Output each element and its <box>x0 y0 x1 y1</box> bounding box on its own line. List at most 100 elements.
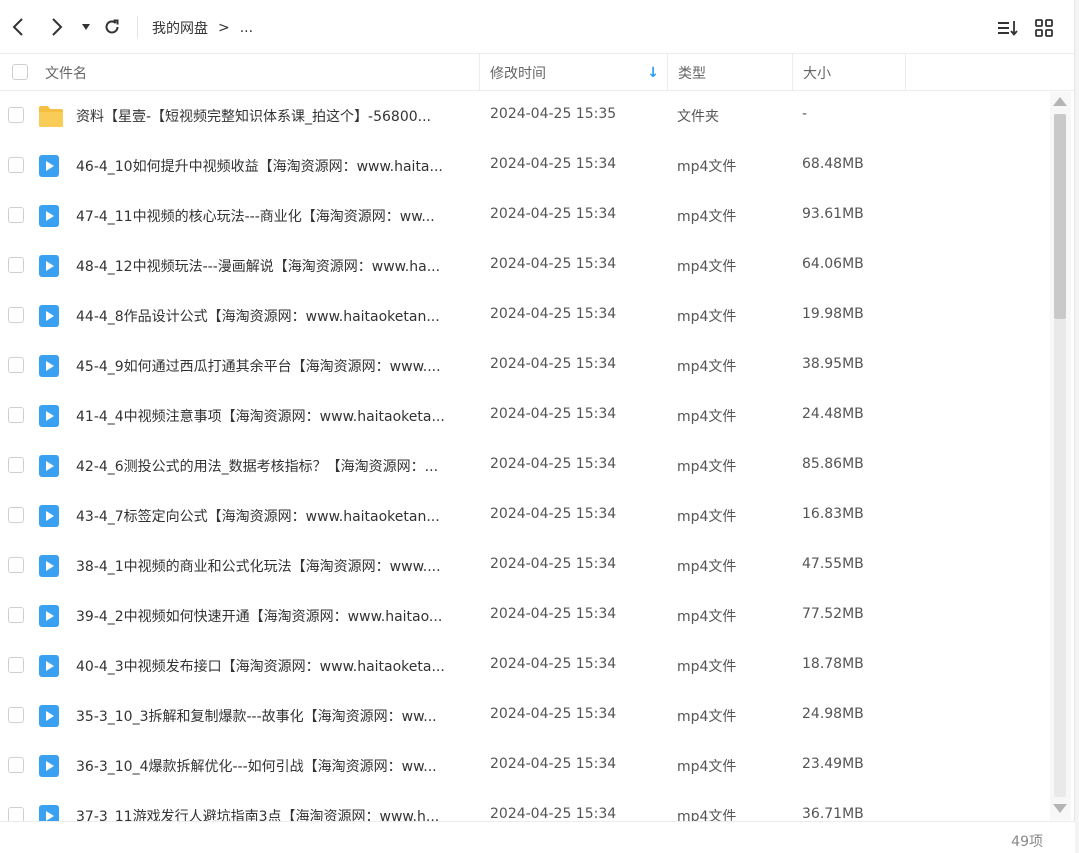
file-type: mp4文件 <box>677 309 737 325</box>
file-size: 68.48MB <box>802 156 864 172</box>
file-name[interactable]: 资料【星壹-【短视频完整知识体系课_拍这个】-56800... <box>76 106 466 126</box>
scroll-up-arrow-icon[interactable] <box>1053 97 1067 106</box>
file-size: 47.55MB <box>802 556 864 572</box>
file-name[interactable]: 44-4_8作品设计公式【海淘资源网：www.haitaoketan... <box>76 306 466 326</box>
row-checkbox[interactable] <box>8 157 24 173</box>
row-checkbox[interactable] <box>8 757 24 773</box>
column-modified[interactable]: 修改时间 ↓ <box>480 54 668 91</box>
scroll-down-arrow-icon[interactable] <box>1053 804 1067 813</box>
file-name[interactable]: 43-4_7标签定向公式【海淘资源网：www.haitaoketan... <box>76 506 466 526</box>
file-size: 24.48MB <box>802 406 864 422</box>
window-edge <box>1075 0 1079 853</box>
file-modified: 2024-04-25 15:34 <box>490 606 617 622</box>
file-name[interactable]: 42-4_6测投公式的用法_数据考核指标？【海淘资源网：... <box>76 456 466 476</box>
file-type: 文件夹 <box>677 109 719 125</box>
file-size: 93.61MB <box>802 206 864 222</box>
row-checkbox[interactable] <box>8 357 24 373</box>
file-row[interactable]: 42-4_6测投公式的用法_数据考核指标？【海淘资源网：... 2024-04-2… <box>0 441 1050 491</box>
row-checkbox[interactable] <box>8 657 24 673</box>
file-row[interactable]: 47-4_11中视频的核心玩法---商业化【海淘资源网：ww... 2024-04… <box>0 191 1050 241</box>
history-dropdown-button[interactable] <box>76 15 96 39</box>
column-type[interactable]: 类型 <box>668 54 793 91</box>
file-row[interactable]: 43-4_7标签定向公式【海淘资源网：www.haitaoketan... 202… <box>0 491 1050 541</box>
file-size: 64.06MB <box>802 256 864 272</box>
file-modified: 2024-04-25 15:34 <box>490 756 617 772</box>
file-size: 77.52MB <box>802 606 864 622</box>
file-modified: 2024-04-25 15:34 <box>490 156 617 172</box>
file-type: mp4文件 <box>677 359 737 375</box>
breadcrumb-more[interactable]: ... <box>240 20 253 36</box>
file-size: - <box>802 106 808 122</box>
file-modified: 2024-04-25 15:35 <box>490 106 617 122</box>
file-name[interactable]: 35-3_10_3拆解和复制爆款---故事化【海淘资源网：ww... <box>76 706 466 726</box>
folder-icon <box>38 104 63 128</box>
file-modified: 2024-04-25 15:34 <box>490 806 617 821</box>
row-checkbox[interactable] <box>8 107 24 123</box>
file-modified: 2024-04-25 15:34 <box>490 656 617 672</box>
file-row[interactable]: 资料【星壹-【短视频完整知识体系课_拍这个】-56800... 2024-04-2… <box>0 91 1050 141</box>
file-row[interactable]: 41-4_4中视频注意事项【海淘资源网：www.haitaoketa... 202… <box>0 391 1050 441</box>
row-checkbox[interactable] <box>8 457 24 473</box>
row-checkbox[interactable] <box>8 407 24 423</box>
file-size: 16.83MB <box>802 506 864 522</box>
row-checkbox[interactable] <box>8 307 24 323</box>
refresh-button[interactable] <box>100 15 124 39</box>
column-size[interactable]: 大小 <box>793 54 906 91</box>
file-name[interactable]: 46-4_10如何提升中视频收益【海淘资源网：www.haita... <box>76 156 466 176</box>
file-row[interactable]: 45-4_9如何通过西瓜打通其余平台【海淘资源网：www.... 2024-04-… <box>0 341 1050 391</box>
video-file-icon <box>38 604 62 628</box>
video-file-icon <box>38 554 62 578</box>
breadcrumb-root[interactable]: 我的网盘 <box>152 18 208 38</box>
file-type: mp4文件 <box>677 609 737 625</box>
grid-icon <box>1035 19 1053 37</box>
row-checkbox[interactable] <box>8 807 24 821</box>
file-name[interactable]: 40-4_3中视频发布接口【海淘资源网：www.haitaoketa... <box>76 656 466 676</box>
column-name[interactable]: 文件名 <box>35 54 480 91</box>
file-type: mp4文件 <box>677 659 737 675</box>
select-all-checkbox[interactable] <box>12 64 28 80</box>
row-checkbox[interactable] <box>8 507 24 523</box>
row-checkbox[interactable] <box>8 607 24 623</box>
file-row[interactable]: 38-4_1中视频的商业和公式化玩法【海淘资源网：www.... 2024-04-… <box>0 541 1050 591</box>
scrollbar-thumb[interactable] <box>1054 114 1066 319</box>
file-name[interactable]: 47-4_11中视频的核心玩法---商业化【海淘资源网：ww... <box>76 206 466 226</box>
file-row[interactable]: 44-4_8作品设计公式【海淘资源网：www.haitaoketan... 202… <box>0 291 1050 341</box>
row-checkbox[interactable] <box>8 557 24 573</box>
video-file-icon <box>38 504 62 528</box>
file-name[interactable]: 48-4_12中视频玩法---漫画解说【海淘资源网：www.ha... <box>76 256 466 276</box>
file-name[interactable]: 37-3_11游戏发行人避坑指南3点【海淘资源网：www.h... <box>76 806 466 821</box>
file-modified: 2024-04-25 15:34 <box>490 406 617 422</box>
row-checkbox[interactable] <box>8 207 24 223</box>
file-name[interactable]: 39-4_2中视频如何快速开通【海淘资源网：www.haitao... <box>76 606 466 626</box>
chevron-left-icon <box>12 18 23 36</box>
file-size: 23.49MB <box>802 756 864 772</box>
sort-button[interactable] <box>997 17 1019 39</box>
grid-view-button[interactable] <box>1033 17 1055 39</box>
row-checkbox[interactable] <box>8 707 24 723</box>
file-modified: 2024-04-25 15:34 <box>490 356 617 372</box>
file-name[interactable]: 38-4_1中视频的商业和公式化玩法【海淘资源网：www.... <box>76 556 466 576</box>
file-row[interactable]: 39-4_2中视频如何快速开通【海淘资源网：www.haitao... 2024-… <box>0 591 1050 641</box>
file-modified: 2024-04-25 15:34 <box>490 506 617 522</box>
file-size: 36.71MB <box>802 806 864 821</box>
vertical-scrollbar[interactable] <box>1050 92 1071 820</box>
chevron-right-icon <box>52 18 63 36</box>
file-type: mp4文件 <box>677 159 737 175</box>
file-type: mp4文件 <box>677 759 737 775</box>
file-row[interactable]: 48-4_12中视频玩法---漫画解说【海淘资源网：www.ha... 2024-… <box>0 241 1050 291</box>
file-row[interactable]: 40-4_3中视频发布接口【海淘资源网：www.haitaoketa... 202… <box>0 641 1050 691</box>
file-row[interactable]: 46-4_10如何提升中视频收益【海淘资源网：www.haita... 2024-… <box>0 141 1050 191</box>
row-checkbox[interactable] <box>8 257 24 273</box>
file-row[interactable]: 36-3_10_4爆款拆解优化---如何引战【海淘资源网：ww... 2024-0… <box>0 741 1050 791</box>
video-file-icon <box>38 154 62 178</box>
back-button[interactable] <box>6 15 30 39</box>
file-type: mp4文件 <box>677 509 737 525</box>
video-file-icon <box>38 804 62 821</box>
file-name[interactable]: 41-4_4中视频注意事项【海淘资源网：www.haitaoketa... <box>76 406 466 426</box>
forward-button[interactable] <box>45 15 69 39</box>
file-row[interactable]: 37-3_11游戏发行人避坑指南3点【海淘资源网：www.h... 2024-04… <box>0 791 1050 821</box>
file-name[interactable]: 45-4_9如何通过西瓜打通其余平台【海淘资源网：www.... <box>76 356 466 376</box>
scrollbar-track[interactable] <box>1054 319 1066 797</box>
file-row[interactable]: 35-3_10_3拆解和复制爆款---故事化【海淘资源网：ww... 2024-0… <box>0 691 1050 741</box>
file-name[interactable]: 36-3_10_4爆款拆解优化---如何引战【海淘资源网：ww... <box>76 756 466 776</box>
